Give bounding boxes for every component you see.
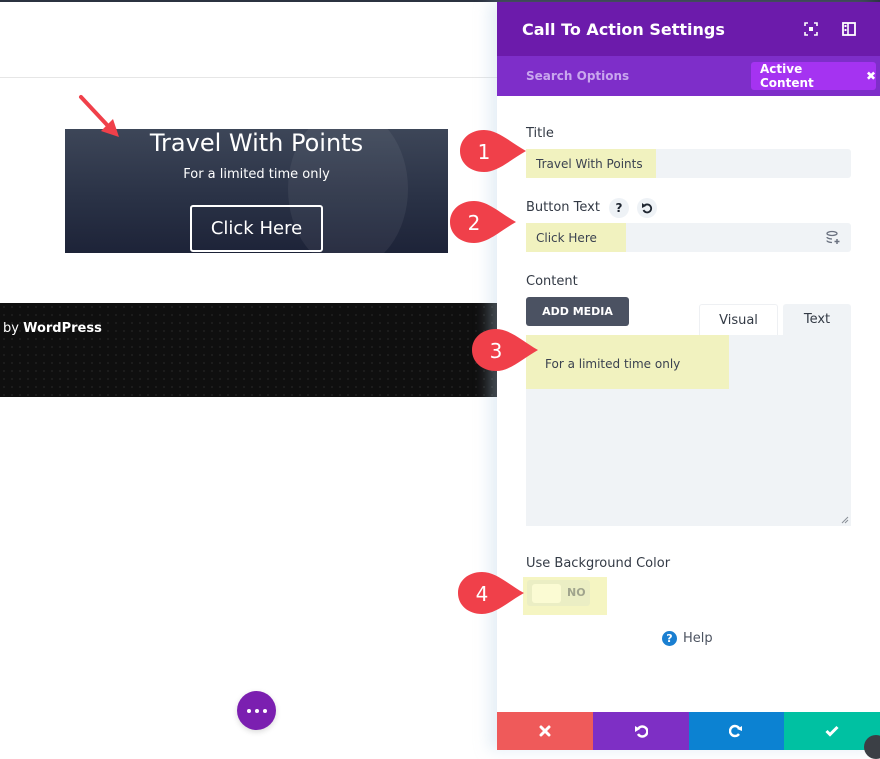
badge-number: 4 [476,582,489,606]
toggle-state-label: NO [567,586,586,599]
annotation-badge-2: 2 [450,201,516,243]
reset-icon[interactable] [637,198,657,218]
annotation-arrow-icon [79,95,119,137]
search-options-input[interactable]: Search Options [526,69,629,83]
content-editor[interactable]: For a limited time only [526,335,851,526]
split-view-icon[interactable] [841,21,857,37]
button-text-input-value: Click Here [536,231,597,245]
annotation-badge-3: 3 [472,329,538,371]
button-text-label: Button Text [526,200,600,215]
resize-handle-icon[interactable] [841,516,849,524]
close-icon [539,725,551,737]
content-label: Content [526,274,578,289]
redo-icon [729,724,743,738]
panel-title: Call To Action Settings [522,20,725,39]
use-background-color-label: Use Background Color [526,556,671,571]
more-dots-icon [254,708,259,713]
help-circle-icon: ? [662,631,677,646]
fullscreen-icon[interactable] [803,21,819,37]
badge-number: 2 [468,211,481,235]
panel-action-bar [497,712,880,750]
active-content-label: Active Content [760,62,814,90]
cancel-button[interactable] [497,712,593,750]
annotation-badge-4: 4 [458,572,524,614]
cta-module-preview[interactable]: Travel With Points For a limited time on… [65,129,448,253]
builder-menu-button[interactable] [237,691,276,730]
panel-search-bar: Search Options Active Content ✖ [497,56,880,96]
undo-button[interactable] [592,712,689,750]
highlight: NO [523,577,607,615]
more-dots-icon [262,708,267,713]
footer-credit-prefix: by [3,321,24,336]
redo-button[interactable] [688,712,785,750]
add-media-button[interactable]: ADD MEDIA [526,297,629,326]
tab-text[interactable]: Text [783,304,851,335]
settings-panel: Call To Action Settings Search Options A… [497,2,880,750]
badge-number: 3 [490,339,503,363]
page: Travel With Points For a limited time on… [0,0,880,759]
cta-button[interactable]: Click Here [190,205,323,252]
panel-header: Call To Action Settings [497,2,880,56]
help-label: Help [683,631,713,646]
cta-content: For a limited time only [183,167,330,182]
toggle-knob [532,584,561,603]
close-icon[interactable]: ✖ [866,69,876,83]
footer-credit: by WordPress [3,321,102,336]
title-input-value: Travel With Points [536,157,643,171]
badge-number: 1 [478,140,491,164]
tab-visual[interactable]: Visual [699,304,778,335]
header-divider [0,77,500,78]
button-text-input[interactable]: Click Here [526,223,851,252]
site-footer: by WordPress [0,303,500,397]
resize-corner-icon[interactable] [864,735,880,759]
help-icon[interactable]: ? [609,198,629,218]
check-icon [825,725,839,737]
more-dots-icon [246,708,251,713]
footer-credit-link[interactable]: WordPress [23,321,102,336]
dynamic-content-icon[interactable] [825,230,841,246]
undo-icon [634,725,648,738]
help-link[interactable]: ? Help [662,631,713,646]
title-label: Title [526,126,554,141]
content-editor-value: For a limited time only [545,357,681,371]
annotation-badge-1: 1 [460,130,526,172]
use-background-color-toggle[interactable]: NO [527,580,590,606]
active-content-filter[interactable]: Active Content ✖ [751,62,876,90]
title-input[interactable]: Travel With Points [526,149,851,178]
